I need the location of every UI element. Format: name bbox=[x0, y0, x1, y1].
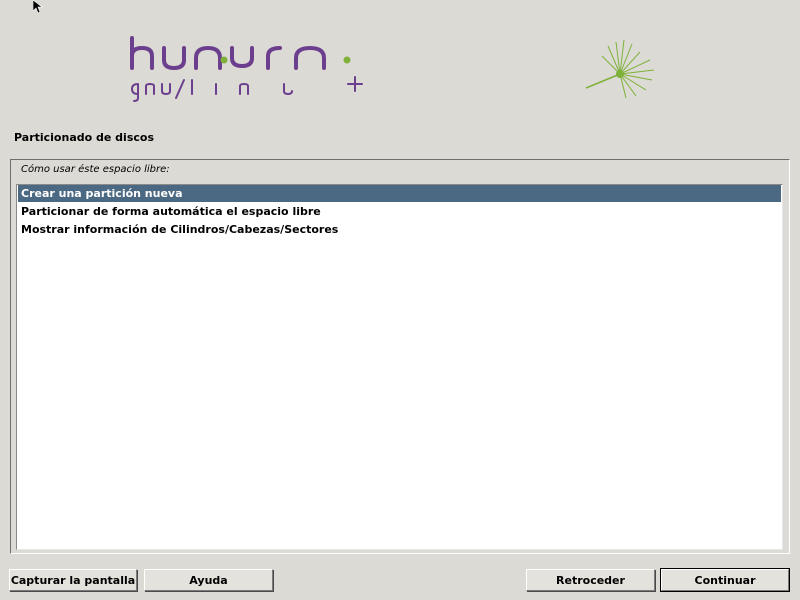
mouse-pointer-icon bbox=[33, 0, 43, 14]
options-listbox[interactable]: Crear una partición nueva Particionar de… bbox=[16, 184, 783, 550]
content-frame: Cómo usar éste espacio libre: Crear una … bbox=[10, 159, 790, 554]
installer-screen: Particionado de discos Cómo usar éste es… bbox=[0, 0, 800, 600]
banner bbox=[0, 22, 800, 110]
option-auto-partition[interactable]: Particionar de forma automática el espac… bbox=[18, 203, 781, 220]
option-show-chs-info[interactable]: Mostrar información de Cilindros/Cabezas… bbox=[18, 221, 781, 238]
dandelion-icon bbox=[585, 39, 655, 99]
back-button[interactable]: Retroceder bbox=[526, 569, 655, 591]
question-label: Cómo usar éste espacio libre: bbox=[21, 164, 170, 175]
option-create-partition[interactable]: Crear una partición nueva bbox=[18, 185, 781, 202]
continue-button[interactable]: Continuar bbox=[660, 568, 790, 592]
help-button[interactable]: Ayuda bbox=[144, 569, 273, 591]
page-title: Particionado de discos bbox=[14, 131, 154, 144]
huayra-logo bbox=[130, 36, 363, 102]
screenshot-button[interactable]: Capturar la pantalla bbox=[9, 569, 137, 591]
